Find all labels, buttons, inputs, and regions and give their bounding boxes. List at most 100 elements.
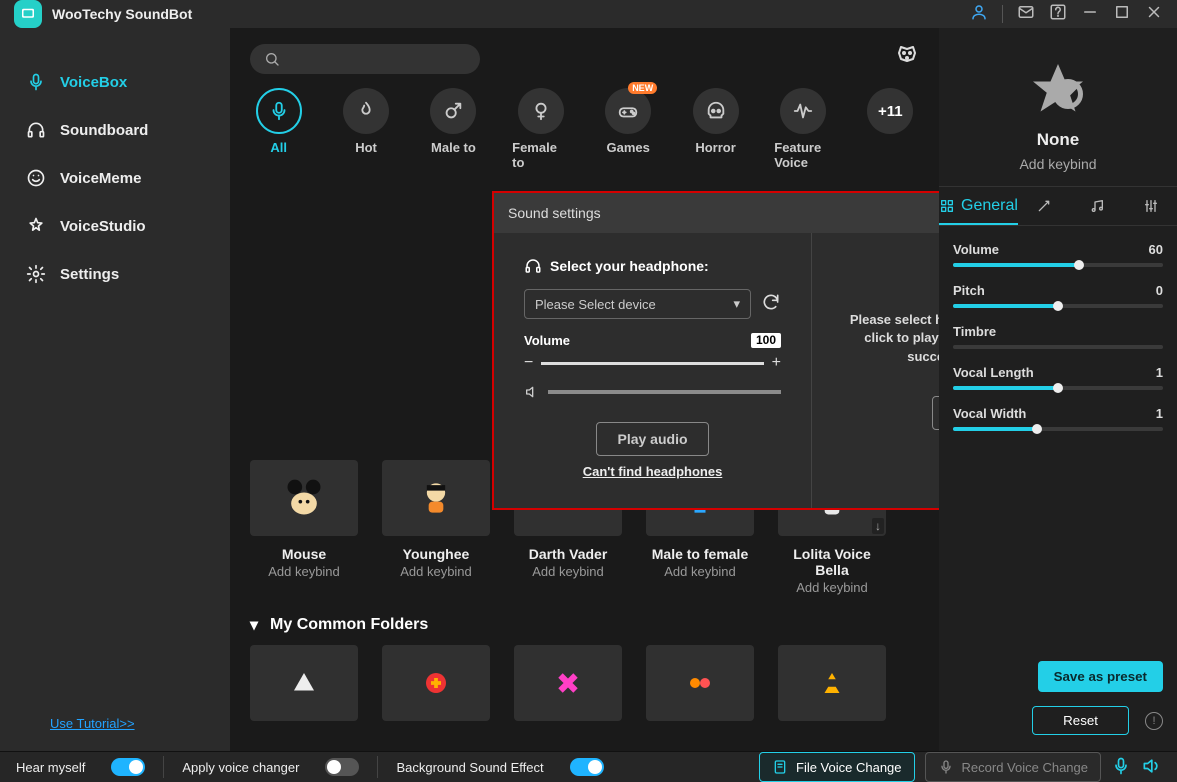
sidebar-item-settings[interactable]: Settings: [0, 250, 230, 298]
slider-timbre[interactable]: Timbre: [953, 324, 1163, 349]
category-label: Games: [607, 140, 650, 155]
record-voice-change-button[interactable]: Record Voice Change: [925, 752, 1101, 782]
help-icon[interactable]: [1049, 3, 1067, 26]
reset-button[interactable]: Reset: [1032, 706, 1129, 735]
add-keybind-text[interactable]: Add keybind: [953, 156, 1163, 172]
voice-card-younghee[interactable]: Younghee Add keybind: [382, 460, 490, 595]
add-keybind-text[interactable]: Add keybind: [646, 564, 754, 579]
category-more[interactable]: +11: [862, 88, 919, 170]
info-icon[interactable]: !: [1145, 712, 1163, 730]
tab-effects[interactable]: [1018, 187, 1071, 225]
slider-pitch[interactable]: Pitch 0: [953, 283, 1163, 308]
slider-label: Vocal Length: [953, 365, 1034, 380]
output-speaker-icon[interactable]: [1141, 756, 1161, 779]
play-audio-button[interactable]: Play audio: [596, 422, 708, 456]
sidebar-item-voicememe[interactable]: VoiceMeme: [0, 154, 230, 202]
female-icon: [530, 100, 552, 122]
category-horror[interactable]: Horror: [687, 88, 744, 170]
star-icon: [1023, 54, 1093, 124]
slider-volume[interactable]: Volume60: [953, 242, 1163, 267]
voice-card-mouse[interactable]: Mouse Add keybind: [250, 460, 358, 595]
music-icon: [1089, 198, 1105, 214]
button-label: Record Voice Change: [962, 760, 1088, 775]
category-games[interactable]: NEWGames: [600, 88, 657, 170]
sound-settings-modal: Sound settings ✕ Select your headphone: …: [492, 191, 939, 510]
refresh-icon[interactable]: [761, 292, 781, 317]
mail-icon[interactable]: [1017, 3, 1035, 26]
slider-label: Timbre: [953, 324, 996, 339]
cant-find-headphones-link[interactable]: Can't find headphones: [524, 464, 781, 479]
add-keybind-text[interactable]: Add keybind: [250, 564, 358, 579]
folder-card[interactable]: [514, 645, 622, 731]
device-select[interactable]: Please Select device ▾: [524, 289, 751, 319]
voice-name: Darth Vader: [514, 546, 622, 562]
bg-sound-effect-toggle[interactable]: [570, 758, 604, 776]
tab-general[interactable]: General: [939, 187, 1018, 225]
sidebar-item-voicebox[interactable]: VoiceBox: [0, 58, 230, 106]
apply-voice-changer-toggle[interactable]: [325, 758, 359, 776]
sidebar-item-soundboard[interactable]: Soundboard: [0, 106, 230, 154]
add-keybind-text[interactable]: Add keybind: [778, 580, 886, 595]
male-icon: [442, 100, 464, 122]
app-logo-icon: [14, 0, 42, 28]
tab-music[interactable]: [1071, 187, 1124, 225]
hear-myself-label: Hear myself: [16, 760, 85, 775]
folder-card[interactable]: [778, 645, 886, 731]
modal-volume-slider[interactable]: − +: [524, 354, 781, 372]
category-hot[interactable]: Hot: [337, 88, 394, 170]
account-icon[interactable]: [970, 3, 988, 26]
divider: [377, 756, 378, 778]
category-feature-voice[interactable]: Feature Voice: [774, 88, 831, 170]
folder-card[interactable]: [382, 645, 490, 731]
category-female-to[interactable]: Female to: [512, 88, 569, 170]
minimize-icon[interactable]: [1081, 3, 1099, 26]
folder-icon-2: [421, 668, 451, 698]
next-button[interactable]: Next: [932, 396, 939, 430]
file-voice-change-button[interactable]: File Voice Change: [759, 752, 915, 782]
tab-label: General: [961, 197, 1018, 215]
divider: [1002, 5, 1003, 23]
folder-card[interactable]: [250, 645, 358, 731]
category-all[interactable]: All: [250, 88, 307, 170]
title-bar: WooTechy SoundBot: [0, 0, 1177, 28]
slider-value: 1: [1156, 406, 1163, 421]
slider-label: Vocal Width: [953, 406, 1026, 421]
dice-icon[interactable]: [895, 44, 919, 74]
folder-icon-1: [289, 668, 319, 698]
hear-myself-toggle[interactable]: [111, 758, 145, 776]
minus-icon[interactable]: −: [524, 354, 533, 372]
category-male-to[interactable]: Male to: [425, 88, 482, 170]
use-tutorial-link[interactable]: Use Tutorial>>: [0, 716, 230, 751]
playback-bar[interactable]: [524, 384, 781, 400]
sidebar-label: Settings: [60, 266, 119, 283]
input-mic-icon[interactable]: [1111, 756, 1131, 779]
category-label: Male to: [431, 140, 476, 155]
sidebar-label: VoiceStudio: [60, 218, 146, 235]
maximize-icon[interactable]: [1113, 3, 1131, 26]
slider-label: Pitch: [953, 283, 985, 298]
gamepad-icon: [617, 100, 639, 122]
category-label: Horror: [695, 140, 735, 155]
speaker-icon: [524, 384, 540, 400]
slider-value: 0: [1156, 283, 1163, 298]
bottom-bar: Hear myself Apply voice changer Backgrou…: [0, 751, 1177, 782]
divider: [163, 756, 164, 778]
close-icon[interactable]: [1145, 3, 1163, 26]
tab-equalizer[interactable]: [1124, 187, 1177, 225]
right-panel: None Add keybind General Volume60 Pitch: [939, 28, 1177, 751]
sidebar-label: VoiceBox: [60, 74, 127, 91]
search-input[interactable]: [250, 44, 480, 74]
mic-icon: [938, 759, 954, 775]
add-keybind-text[interactable]: Add keybind: [382, 564, 490, 579]
plus-icon[interactable]: +: [772, 354, 781, 372]
save-preset-button[interactable]: Save as preset: [1038, 661, 1163, 692]
common-folders-header[interactable]: ▾ My Common Folders: [230, 615, 939, 645]
select-headphone-label: Select your headphone:: [550, 258, 709, 274]
sidebar-item-voicestudio[interactable]: VoiceStudio: [0, 202, 230, 250]
slider-vocal-length[interactable]: Vocal Length1: [953, 365, 1163, 390]
slider-vocal-width[interactable]: Vocal Width 1: [953, 406, 1163, 431]
younghee-avatar-icon: [414, 476, 458, 520]
folder-card[interactable]: [646, 645, 754, 731]
volume-value: 100: [751, 333, 781, 348]
add-keybind-text[interactable]: Add keybind: [514, 564, 622, 579]
